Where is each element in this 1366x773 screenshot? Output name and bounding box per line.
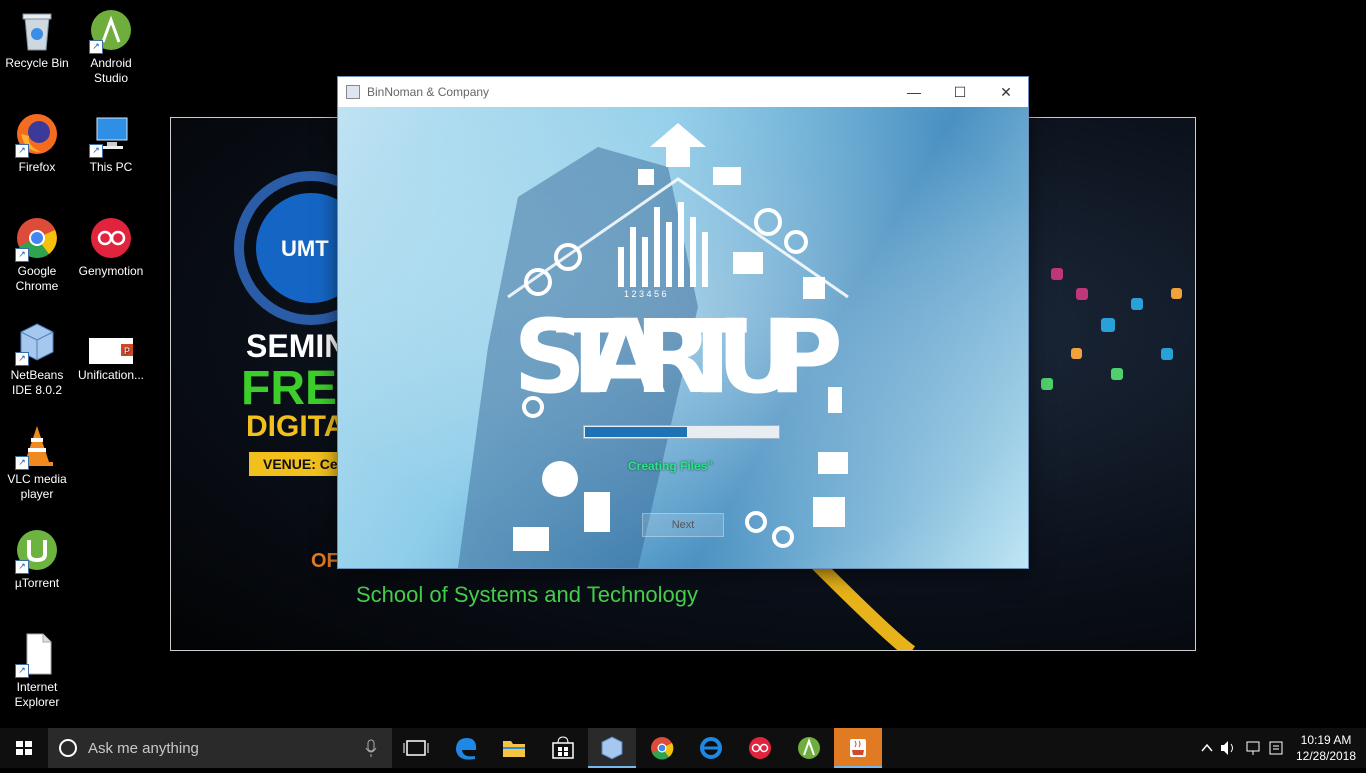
edge-icon (456, 738, 477, 760)
slide-line-free: FRE (241, 362, 337, 415)
clock-time: 10:19 AM (1300, 733, 1352, 747)
search-placeholder: Ask me anything (88, 740, 199, 757)
taskbar-clock[interactable]: 10:19 AM 12/28/2018 (1295, 732, 1357, 764)
utorrent-icon: ↗ (15, 528, 59, 574)
genymotion-icon (89, 216, 133, 260)
task-view-icon (403, 740, 429, 756)
java-cup-icon (850, 739, 866, 757)
maximize-button[interactable]: ☐ (937, 77, 983, 107)
genymotion-icon (749, 737, 771, 759)
folder-icon (503, 741, 525, 757)
desktop-icon-label: Internet Explorer (14, 680, 60, 709)
desktop-icon-label: Recycle Bin (5, 56, 69, 70)
desktop-icon-label: Firefox (18, 160, 56, 174)
powerpoint-file-icon: P (89, 320, 135, 364)
store-bag-icon (552, 736, 574, 759)
desktop-icon-label: Android Studio (90, 56, 132, 85)
app-window: BinNoman & Company — ☐ ✕ 1 2 3 4 5 6 STA… (338, 77, 1028, 568)
desktop-icon-label: NetBeans IDE 8.0.2 (10, 368, 64, 397)
shortcut-arrow-icon: ↗ (89, 40, 103, 54)
search-box[interactable]: Ask me anything (48, 728, 392, 768)
desktop-icon-label: Google Chrome (15, 264, 59, 293)
shortcut-arrow-icon: ↗ (15, 664, 29, 678)
progress-bar-fill (585, 427, 687, 437)
android-studio-icon: ↗ (89, 8, 133, 54)
taskbar-netbeans[interactable] (588, 728, 636, 768)
chrome-icon (651, 737, 674, 760)
shortcut-arrow-icon: ↗ (15, 144, 29, 158)
startup-illustration: 1 2 3 4 5 6 STARTUP (338, 107, 1028, 568)
computer-icon: ↗ (89, 112, 133, 158)
taskbar-internet-explorer[interactable] (687, 728, 735, 768)
start-button[interactable] (0, 728, 48, 768)
startup-word: STARTUP (513, 298, 843, 417)
cortana-circle-icon (59, 739, 77, 757)
svg-text:P: P (124, 346, 130, 356)
windows-logo-icon (16, 741, 32, 755)
window-title: BinNoman & Company (367, 85, 490, 99)
desktop-icon-vlc[interactable]: ↗ VLC media player (1, 424, 73, 502)
desktop-icon-label: Unification... (77, 368, 145, 382)
chrome-icon: ↗ (15, 216, 59, 262)
taskbar: Ask me anything 10:19 AM 12/28/2018 (0, 728, 1366, 768)
slide-line-seminar: SEMIN (246, 328, 348, 364)
maximize-icon: ☐ (953, 84, 967, 100)
shortcut-arrow-icon: ↗ (15, 352, 29, 366)
close-icon: ✕ (1000, 84, 1012, 100)
taskbar-android-studio[interactable] (785, 728, 833, 768)
school-title: School of Systems and Technology (356, 582, 699, 607)
internet-explorer-icon (700, 737, 722, 759)
desktop-icon-label: VLC media player (7, 472, 67, 501)
app-window-icon (346, 85, 360, 99)
shortcut-arrow-icon: ↗ (15, 456, 29, 470)
desktop-icon-firefox[interactable]: ↗ Firefox (1, 112, 73, 175)
firefox-icon: ↗ (15, 112, 59, 158)
desktop-icon-genymotion[interactable]: Genymotion (75, 216, 147, 279)
system-tray-icons[interactable] (1196, 728, 1286, 768)
netbeans-icon: ↗ (15, 320, 59, 366)
desktop-icon-this-pc[interactable]: ↗ This PC (75, 112, 147, 175)
blank-document-icon: ↗ (15, 632, 59, 678)
shortcut-arrow-icon: ↗ (89, 144, 103, 158)
shortcut-arrow-icon: ↗ (15, 248, 29, 262)
next-button[interactable]: Next (642, 513, 724, 537)
netbeans-icon (601, 736, 623, 760)
minimize-button[interactable]: — (891, 77, 937, 107)
desktop-icon-internet-explorer[interactable]: ↗ Internet Explorer (1, 632, 73, 710)
taskbar-genymotion[interactable] (736, 728, 784, 768)
desktop-icon-android-studio[interactable]: ↗ Android Studio (75, 8, 147, 86)
progress-bar (583, 425, 780, 439)
splash-image: 1 2 3 4 5 6 STARTUP Creating Files" Next (338, 107, 1028, 568)
taskbar-chrome[interactable] (638, 728, 686, 768)
taskbar-store[interactable] (539, 728, 587, 768)
desktop-icon-google-chrome[interactable]: ↗ Google Chrome (1, 216, 73, 294)
slide-line-digital: DIGITA (246, 410, 346, 443)
clock-date: 12/28/2018 (1295, 749, 1357, 763)
recycle-bin-icon (15, 8, 59, 52)
desktop-icon-recycle-bin[interactable]: Recycle Bin (1, 8, 73, 71)
slide-or-text: OF (311, 550, 339, 572)
taskbar-edge[interactable] (442, 728, 490, 768)
task-view-button[interactable] (392, 728, 440, 768)
desktop-icon-utorrent[interactable]: ↗ µTorrent (1, 528, 73, 591)
taskbar-file-explorer[interactable] (490, 728, 538, 768)
minimize-icon: — (907, 84, 921, 100)
vlc-cone-icon: ↗ (15, 424, 59, 470)
desktop-icon-label: Genymotion (78, 264, 144, 278)
microphone-icon (365, 739, 377, 757)
desktop-icon-unification[interactable]: P Unification... (75, 320, 147, 383)
desktop-icon-label: This PC (89, 160, 133, 174)
venue-banner: VENUE: Ce (249, 452, 352, 476)
taskbar-java-app[interactable] (834, 728, 882, 768)
desktop-icon-netbeans[interactable]: ↗ NetBeans IDE 8.0.2 (1, 320, 73, 398)
android-studio-icon (798, 737, 820, 759)
close-button[interactable]: ✕ (983, 77, 1029, 107)
desktop-icon-label: µTorrent (14, 576, 60, 590)
umt-badge: UMT (281, 236, 329, 261)
window-titlebar[interactable]: BinNoman & Company — ☐ ✕ (338, 77, 1028, 107)
status-text: Creating Files" (628, 459, 714, 473)
shortcut-arrow-icon: ↗ (15, 560, 29, 574)
